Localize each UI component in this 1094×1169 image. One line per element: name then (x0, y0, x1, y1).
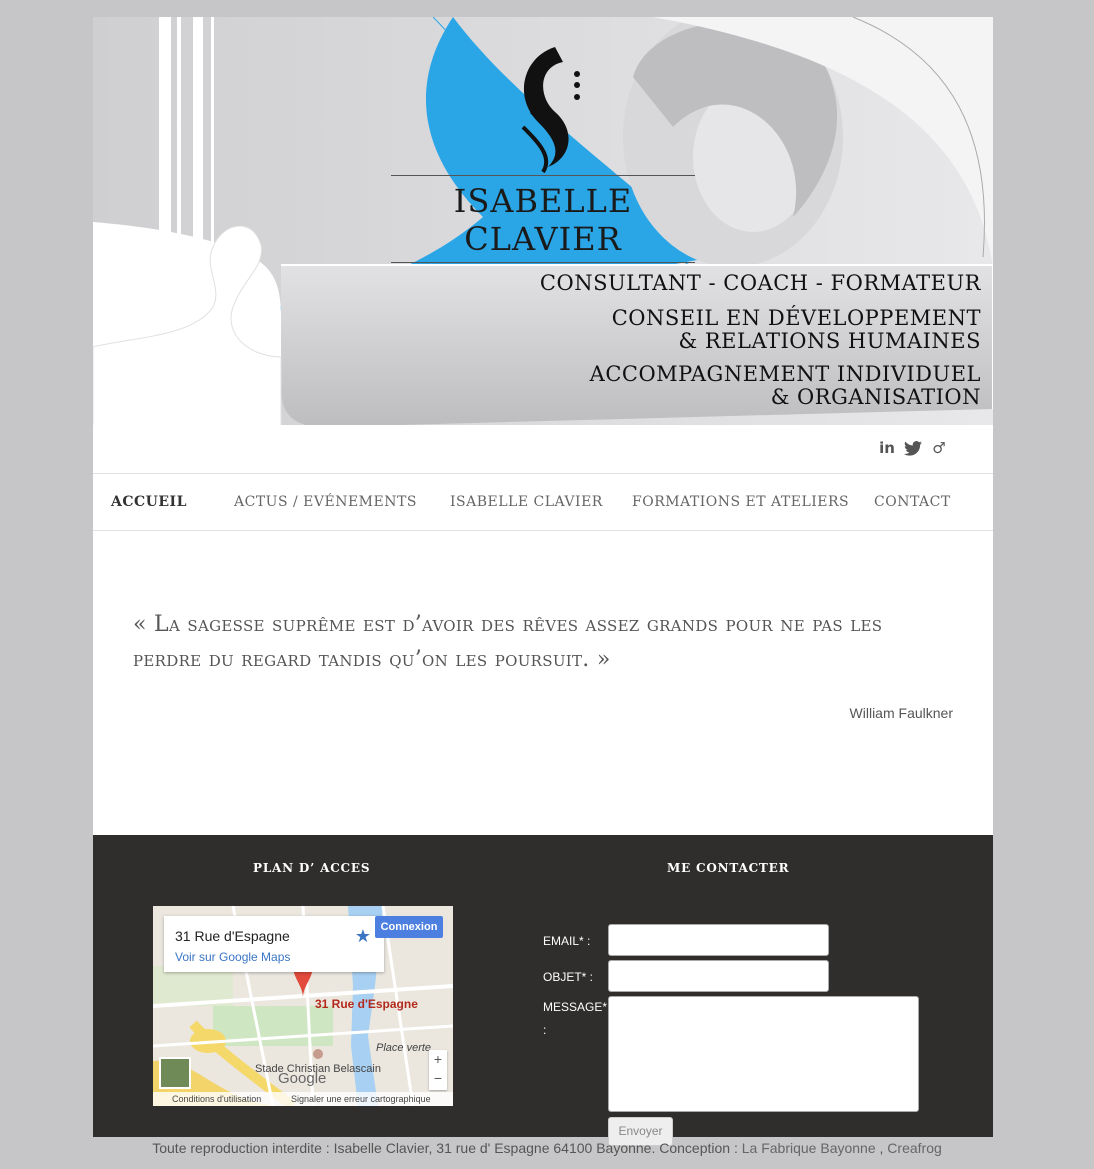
tagline-roles: CONSULTANT - COACH - FORMATEUR (539, 271, 981, 295)
email-label: EMAIL* : (543, 934, 591, 948)
site-title: ISABELLE CLAVIER (391, 175, 695, 263)
subject-field[interactable] (608, 960, 829, 992)
map-address: 31 Rue d'Espagne (175, 928, 290, 944)
quote-text: « La sagesse suprême est d’avoir des rêv… (133, 612, 883, 672)
google-logo: Google (278, 1070, 327, 1087)
nav-item-contact[interactable]: CONTACT (874, 494, 951, 510)
twitter-icon[interactable] (903, 438, 923, 458)
tagline-conseil-line2: & RELATIONS HUMAINES (678, 329, 981, 353)
credit-separator: , (875, 1140, 888, 1156)
map-heading: PLAN D’ ACCES (253, 861, 371, 875)
contact-heading: ME CONTACTER (667, 861, 790, 875)
map-view-link[interactable]: Voir sur Google Maps (175, 950, 290, 964)
map-place-verte: Place verte (376, 1042, 432, 1054)
nav-item-isabelle-clavier[interactable]: ISABELLE CLAVIER (450, 494, 603, 510)
header-banner: ISABELLE CLAVIER CONSULTANT - COACH - FO… (93, 17, 993, 429)
social-links: in ♂ (877, 438, 949, 458)
google-map[interactable]: 31 Rue d'Espagne Voir sur Google Maps ★ … (153, 906, 453, 1106)
tagline-accompagnement-line1: ACCOMPAGNEMENT INDIVIDUEL (589, 362, 981, 386)
message-label-colon: : (543, 1023, 547, 1037)
main-nav: ACCUEIL ACTUS / EVÉNEMENTS ISABELLE CLAV… (93, 473, 993, 531)
email-field[interactable] (608, 924, 829, 956)
map-footer-bar: Conditions d'utilisation Signaler une er… (153, 1092, 453, 1106)
viadeo-icon[interactable]: ♂ (929, 438, 949, 458)
credit-link-creafrog[interactable]: Creafrog (887, 1140, 941, 1156)
star-icon[interactable]: ★ (355, 926, 371, 947)
footer-section: PLAN D’ ACCES ME CONTACTER 31 Rue d'Espa… (93, 835, 993, 1146)
tagline-accompagnement-line2: & ORGANISATION (770, 385, 981, 409)
copyright-text: Toute reproduction interdite : Isabelle … (152, 1140, 742, 1156)
header-taglines: CONSULTANT - COACH - FORMATEUR CONSEIL E… (540, 271, 981, 409)
tagline-conseil: CONSEIL EN DÉVELOPPEMENT & RELATIONS HUM… (540, 307, 981, 353)
map-report-link[interactable]: Signaler une erreur cartographique (291, 1094, 431, 1104)
message-field[interactable] (608, 996, 919, 1112)
tagline-conseil-line1: CONSEIL EN DÉVELOPPEMENT (611, 306, 981, 330)
zoom-out-button[interactable]: − (429, 1069, 447, 1088)
nav-item-accueil[interactable]: ACCUEIL (111, 494, 187, 510)
nav-item-actus[interactable]: ACTUS / EVÉNEMENTS (234, 494, 417, 510)
message-label: MESSAGE* (543, 1000, 608, 1014)
page-container: ISABELLE CLAVIER CONSULTANT - COACH - FO… (93, 17, 993, 1146)
copyright-notice: Toute reproduction interdite : Isabelle … (0, 1140, 1094, 1156)
linkedin-icon[interactable]: in (877, 438, 897, 458)
map-pin-label: 31 Rue d'Espagne (315, 997, 418, 1011)
map-login-button[interactable]: Connexion (375, 916, 443, 938)
zoom-in-button[interactable]: + (429, 1050, 447, 1069)
satellite-toggle[interactable] (159, 1057, 191, 1089)
quote-author: William Faulkner (849, 705, 953, 721)
nav-item-formations[interactable]: FORMATIONS ET ATELIERS (632, 494, 849, 510)
map-info-card: 31 Rue d'Espagne Voir sur Google Maps ★ (164, 916, 384, 972)
subject-label: OBJET* : (543, 970, 594, 984)
map-zoom-control[interactable]: + − (429, 1050, 447, 1090)
credit-link-fabrique[interactable]: La Fabrique Bayonne (742, 1140, 876, 1156)
map-terms-link[interactable]: Conditions d'utilisation (172, 1094, 261, 1104)
tagline-accompagnement: ACCOMPAGNEMENT INDIVIDUEL & ORGANISATION (540, 363, 981, 409)
